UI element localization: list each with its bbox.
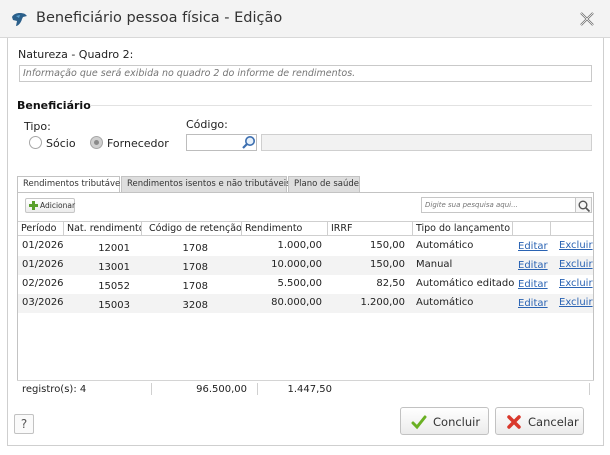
section-divider (90, 105, 592, 106)
tab-plano-de-saude[interactable]: Plano de saúde (288, 176, 360, 192)
cell-codigo-retencao: 1708 (182, 243, 208, 254)
total-irrf: 1.447,50 (287, 384, 332, 395)
cell-tipo-lancamento: Automático (416, 297, 474, 308)
col-editar (513, 222, 551, 236)
col-tipo-lancamento[interactable]: Tipo do lançamento (413, 222, 513, 236)
col-irrf[interactable]: IRRF (328, 222, 413, 236)
table-header: Período Nat. rendimento Código de retenç… (18, 221, 593, 236)
title-bar: Beneficiário pessoa física - Edição (0, 0, 610, 38)
magnifier-icon (578, 200, 591, 213)
footer-divider (151, 383, 152, 395)
cell-periodo: 01/2026 (22, 240, 64, 251)
cell-nat-rendimento: 13001 (98, 262, 130, 273)
cell-rendimento: 5.500,00 (277, 278, 322, 289)
checkmark-icon (411, 415, 427, 430)
cell-irrf: 82,50 (376, 278, 405, 289)
add-button[interactable]: Adicionar (25, 198, 75, 213)
radio-fornecedor-label[interactable]: Fornecedor (107, 137, 169, 150)
cancel-x-icon (507, 415, 521, 429)
beneficiario-section-title: Beneficiário (17, 99, 91, 112)
radio-socio-label[interactable]: Sócio (46, 137, 76, 150)
concluir-label: Concluir (433, 415, 481, 429)
delete-link[interactable]: Excluir (559, 297, 593, 308)
tab-rendimentos-tributaveis[interactable]: Rendimentos tributáveis (17, 176, 127, 193)
edit-link[interactable]: Editar (518, 241, 552, 252)
record-count: registro(s): 4 (22, 384, 87, 395)
cancelar-label: Cancelar (528, 415, 579, 429)
edit-link[interactable]: Editar (518, 298, 552, 309)
col-codigo-retencao[interactable]: Código de retenção (142, 222, 242, 236)
cell-nat-rendimento: 12001 (98, 243, 130, 254)
table-row[interactable]: 03/2026 15003 3208 80.000,00 1.200,00 Automát… (18, 294, 593, 313)
cell-tipo-lancamento: Manual (416, 259, 453, 270)
footer-divider (589, 383, 590, 395)
codigo-description-field (261, 134, 592, 151)
col-excluir (551, 222, 593, 236)
cell-nat-rendimento: 15003 (98, 300, 130, 311)
cell-periodo: 01/2026 (22, 259, 64, 270)
natureza-input[interactable] (19, 65, 592, 82)
window-title: Beneficiário pessoa física - Edição (36, 10, 283, 26)
footer-divider (257, 383, 258, 395)
concluir-button[interactable]: Concluir (400, 407, 489, 435)
total-rendimento: 96.500,00 (196, 384, 247, 395)
col-periodo[interactable]: Período (18, 222, 64, 236)
cell-rendimento: 1.000,00 (277, 240, 322, 251)
cell-rendimento: 10.000,00 (271, 259, 322, 270)
cell-periodo: 03/2026 (22, 297, 64, 308)
delete-link[interactable]: Excluir (559, 240, 593, 251)
edit-link[interactable]: Editar (518, 279, 552, 290)
cancelar-button[interactable]: Cancelar (495, 407, 584, 435)
cell-tipo-lancamento: Automático editado (416, 278, 515, 289)
col-rendimento[interactable]: Rendimento (242, 222, 328, 236)
cell-nat-rendimento: 15052 (98, 281, 130, 292)
codigo-label: Código: (186, 118, 228, 131)
close-icon[interactable] (578, 10, 596, 28)
tipo-label: Tipo: (24, 120, 51, 133)
delete-link[interactable]: Excluir (559, 278, 593, 289)
add-button-label: Adicionar (40, 201, 76, 210)
table-footer: registro(s): 4 96.500,00 1.447,50 (17, 380, 594, 398)
cell-rendimento: 80.000,00 (271, 297, 322, 308)
cell-codigo-retencao: 1708 (182, 262, 208, 273)
natureza-label: Natureza - Quadro 2: (18, 48, 134, 61)
table-row[interactable]: 02/2026 15052 1708 5.500,00 82,50 Automático … (18, 275, 593, 294)
search-button[interactable] (576, 197, 592, 213)
tab-rendimentos-isentos[interactable]: Rendimentos isentos e não tributáveis (121, 176, 291, 192)
cell-irrf: 150,00 (370, 240, 405, 251)
radio-socio[interactable] (29, 136, 42, 149)
cell-tipo-lancamento: Automático (416, 240, 474, 251)
cell-codigo-retencao: 3208 (182, 300, 208, 311)
cell-irrf: 1.200,00 (360, 297, 405, 308)
radio-fornecedor[interactable] (90, 136, 103, 149)
search-icon[interactable] (240, 134, 257, 151)
plus-icon (29, 201, 38, 210)
app-logo-icon (12, 13, 27, 26)
table-row[interactable]: 01/2026 13001 1708 10.000,00 150,00 Manual Edi… (18, 256, 593, 275)
cell-periodo: 02/2026 (22, 278, 64, 289)
tab-panel: Adicionar Período Nat. rendimento Código… (17, 192, 594, 398)
col-nat-rendimento[interactable]: Nat. rendimento (64, 222, 142, 236)
edit-link[interactable]: Editar (518, 260, 552, 271)
cell-irrf: 150,00 (370, 259, 405, 270)
table-row[interactable]: 01/2026 12001 1708 1.000,00 150,00 Automático… (18, 237, 593, 256)
search-input[interactable] (421, 197, 576, 213)
delete-link[interactable]: Excluir (559, 259, 593, 270)
cell-codigo-retencao: 1708 (182, 281, 208, 292)
help-button[interactable]: ? (14, 414, 34, 434)
dialog-body: Natureza - Quadro 2: Beneficiário Tipo: … (7, 38, 604, 446)
